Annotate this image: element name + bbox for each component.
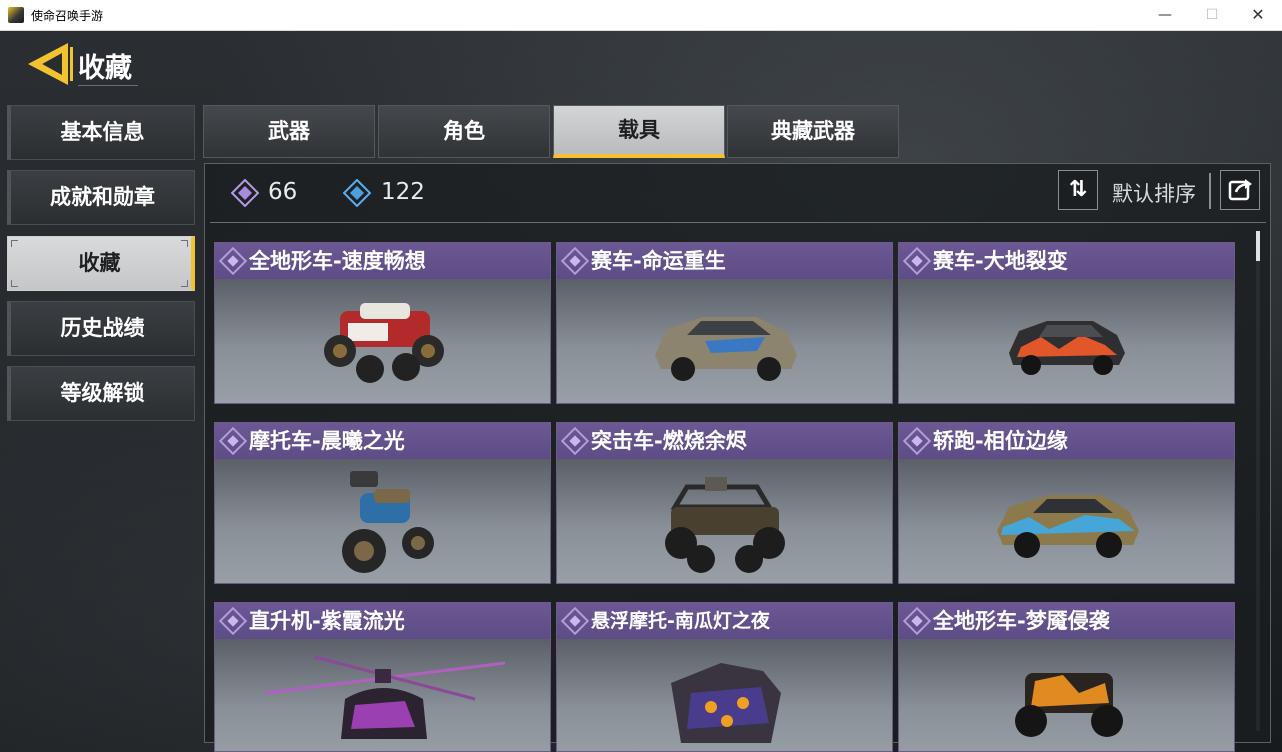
tab-label: 载具 (618, 118, 660, 142)
vehicle-card[interactable]: 突击车-燃烧余烬 (556, 422, 893, 584)
sidebar-item-collection[interactable]: 收藏 (7, 236, 195, 291)
back-button[interactable]: 收藏 (28, 43, 140, 86)
share-icon (1228, 179, 1252, 201)
vehicle-card[interactable]: 轿跑-相位边缘 (898, 422, 1235, 584)
sidebar-item-label: 成就和勋章 (50, 185, 155, 209)
close-button[interactable]: ✕ (1238, 4, 1278, 26)
atv-image (324, 303, 444, 383)
epic-rarity-icon (218, 606, 248, 636)
app-icon (8, 7, 24, 23)
hoverbike-image (671, 663, 781, 743)
page-title: 收藏 (78, 46, 138, 86)
vehicle-name: 赛车-大地裂变 (933, 249, 1068, 273)
tab-characters[interactable]: 角色 (378, 105, 550, 158)
scrollbar-track[interactable] (1256, 231, 1260, 731)
epic-rarity-icon (560, 606, 590, 636)
coupe-image (997, 495, 1139, 558)
vehicle-card[interactable]: 赛车-命运重生 (556, 242, 893, 404)
sort-arrows-icon: ⇅ (1068, 177, 1088, 202)
tab-collector-weapons[interactable]: 典藏武器 (727, 105, 899, 158)
window-title: 使命召唤手游 (31, 9, 104, 23)
vehicle-card[interactable]: 全地形车-速度畅想 (214, 242, 551, 404)
epic-rarity-icon (560, 426, 590, 456)
maximize-button[interactable]: ☐ (1192, 4, 1232, 26)
sidebar-item-label: 基本信息 (60, 120, 145, 144)
motorcycle-image (342, 471, 434, 573)
race-car-image (1009, 321, 1125, 375)
epic-rarity-icon (218, 246, 248, 276)
rare-count: 122 (381, 179, 425, 205)
tab-label: 典藏武器 (771, 119, 855, 143)
epic-count: 66 (268, 179, 298, 205)
vehicle-name: 全地形车-速度畅想 (249, 249, 426, 273)
sidebar-item-label: 收藏 (78, 251, 121, 275)
tab-label: 武器 (268, 119, 310, 143)
tab-weapons[interactable]: 武器 (203, 105, 375, 158)
sidebar-item-achievements[interactable]: 成就和勋章 (7, 170, 195, 225)
vehicle-card[interactable]: 直升机-紫霞流光 (214, 602, 551, 752)
vehicle-name: 全地形车-梦魇侵袭 (933, 609, 1110, 633)
sidebar-item-label: 等级解锁 (60, 381, 145, 405)
vehicle-name: 直升机-紫霞流光 (249, 609, 405, 633)
epic-rarity-icon (560, 246, 590, 276)
epic-rarity-icon (902, 426, 932, 456)
vehicle-name: 突击车-燃烧余烬 (591, 429, 747, 453)
vehicle-name: 悬浮摩托-南瓜灯之夜 (591, 610, 770, 632)
window-titlebar: 使命召唤手游 — ☐ ✕ (0, 0, 1282, 31)
tab-label: 角色 (443, 119, 485, 143)
buggy-image (665, 477, 785, 573)
vehicle-name: 轿跑-相位边缘 (933, 429, 1068, 453)
minimize-button[interactable]: — (1145, 4, 1185, 26)
sidebar-item-level-unlock[interactable]: 等级解锁 (7, 366, 195, 421)
share-button[interactable] (1220, 170, 1260, 210)
sort-label[interactable]: 默认排序 (1112, 178, 1196, 208)
vehicle-card[interactable]: 赛车-大地裂变 (898, 242, 1235, 404)
vehicle-card[interactable]: 悬浮摩托-南瓜灯之夜 (556, 602, 893, 752)
sort-button[interactable]: ⇅ (1058, 170, 1098, 210)
sidebar-item-label: 历史战绩 (60, 316, 145, 340)
helicopter-image (264, 655, 506, 739)
atv-image (1015, 673, 1123, 737)
rare-rarity-icon (343, 179, 371, 207)
epic-rarity-icon (902, 606, 932, 636)
epic-rarity-icon (231, 179, 259, 207)
tab-vehicles[interactable]: 载具 (553, 105, 725, 158)
epic-rarity-icon (218, 426, 248, 456)
sidebar-item-history[interactable]: 历史战绩 (7, 301, 195, 356)
race-car-image (655, 317, 797, 381)
epic-rarity-icon (902, 246, 932, 276)
scrollbar-thumb[interactable] (1256, 231, 1260, 261)
vehicle-name: 摩托车-晨曦之光 (249, 429, 405, 453)
sidebar-item-basic-info[interactable]: 基本信息 (7, 105, 195, 160)
vehicle-card[interactable]: 摩托车-晨曦之光 (214, 422, 551, 584)
vehicle-name: 赛车-命运重生 (591, 249, 726, 273)
vehicle-card[interactable]: 全地形车-梦魇侵袭 (898, 602, 1235, 752)
